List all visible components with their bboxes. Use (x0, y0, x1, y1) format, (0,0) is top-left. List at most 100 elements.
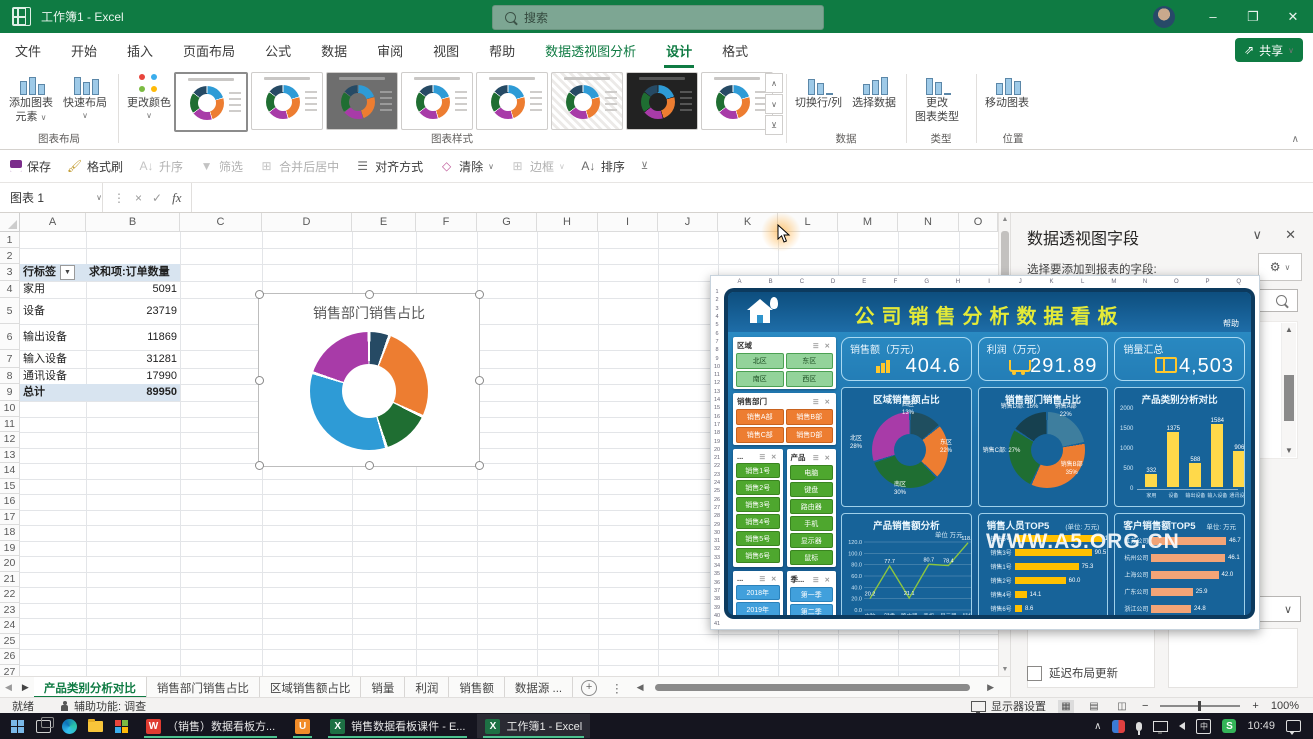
row-header-17[interactable]: 17 (0, 510, 20, 526)
select-data-button[interactable]: 选择数据 (847, 68, 901, 114)
column-header-C[interactable]: C (180, 213, 262, 232)
row-header-18[interactable]: 18 (0, 525, 20, 541)
sogou-icon[interactable]: S (1222, 719, 1236, 733)
taskbar-app-销售数据看板课件 - E...[interactable]: X销售数据看板课件 - E... (322, 714, 473, 738)
保存-button[interactable]: 保存 (10, 158, 51, 175)
scrollbar-thumb[interactable] (1284, 375, 1294, 421)
row-header-23[interactable]: 23 (0, 603, 20, 619)
column-header-B[interactable]: B (86, 213, 180, 232)
pivot-total-value[interactable]: 89950 (86, 384, 180, 401)
ribbon-tab-审阅[interactable]: 审阅 (375, 33, 405, 68)
chart-style-3[interactable] (326, 72, 398, 130)
sheet-tab-销量[interactable]: 销量 (361, 677, 405, 698)
zoom-slider-thumb[interactable] (1198, 701, 1201, 711)
values-drop-zone[interactable] (1168, 628, 1298, 688)
taskbar-app-（销售）数据看板方...[interactable]: W（销售）数据看板方... (138, 714, 283, 738)
avatar[interactable] (1153, 6, 1175, 28)
taskbar-app-U[interactable]: U (287, 714, 318, 738)
slicer-icons[interactable]: ☰ ✕ (813, 342, 832, 350)
sheet-more-icon[interactable]: ⋮ (611, 681, 623, 695)
slicer-button-2018年[interactable]: 2018年 (736, 585, 780, 600)
slicer-button-销售B部[interactable]: 销售B部 (786, 409, 834, 425)
ribbon-tab-开始[interactable]: 开始 (69, 33, 99, 68)
pivot-category-cell[interactable]: 家用 (20, 281, 86, 298)
pivot-category-cell[interactable]: 输入设备 (20, 350, 86, 368)
slicer-button-北区[interactable]: 北区 (736, 353, 784, 369)
sheet-tab-数据源 ...[interactable]: 数据源 ... (505, 677, 573, 698)
tray-app-icon[interactable] (1112, 720, 1125, 733)
close-button[interactable]: ✕ (1273, 0, 1313, 33)
ribbon-tab-数据透视图分析[interactable]: 数据透视图分析 (543, 33, 638, 68)
store-icon[interactable] (108, 714, 134, 738)
row-header-2[interactable]: 2 (0, 248, 20, 264)
row-header-1[interactable]: 1 (0, 232, 20, 248)
selection-handle[interactable] (255, 461, 264, 470)
defer-layout-update[interactable]: 延迟布局更新 (1027, 665, 1118, 681)
gear-button[interactable]: ⚙∨ (1258, 253, 1302, 281)
slicer-icons[interactable]: ☰ ✕ (759, 575, 778, 583)
column-header-D[interactable]: D (262, 213, 352, 232)
column-header-M[interactable]: M (838, 213, 898, 232)
对齐方式-button[interactable]: ☰对齐方式 (355, 158, 423, 175)
share-button[interactable]: ⇗ 共享 ∨ (1235, 38, 1303, 62)
ribbon-tab-视图[interactable]: 视图 (431, 33, 461, 68)
row-header-5[interactable]: 5 (0, 298, 20, 324)
filter-dropdown-icon[interactable]: ▼ (60, 265, 75, 280)
close-icon[interactable]: ✕ (1285, 227, 1296, 243)
pivot-values-header[interactable]: 求和项:订单数量 (86, 264, 180, 281)
start-button[interactable] (4, 714, 30, 738)
slicer-button-手机[interactable]: 手机 (790, 516, 834, 531)
column-header-H[interactable]: H (537, 213, 598, 232)
pivot-row-labels-header[interactable]: 行标签▼ (20, 264, 86, 281)
slicer-button-东区[interactable]: 东区 (786, 353, 834, 369)
scroll-down-icon[interactable]: ▼ (1282, 446, 1296, 455)
minimize-button[interactable]: – (1193, 0, 1233, 33)
row-header-10[interactable]: 10 (0, 401, 20, 417)
pivot-category-cell[interactable]: 通讯设备 (20, 368, 86, 384)
chart-style-1[interactable] (174, 72, 248, 132)
help-link[interactable]: 帮助 (1223, 318, 1239, 329)
slicer-button-鼠标[interactable]: 鼠标 (790, 550, 834, 565)
name-box[interactable]: 图表 1∨ (0, 183, 103, 212)
slicer-button-销售1号[interactable]: 销售1号 (736, 463, 780, 478)
notification-icon[interactable] (1286, 720, 1301, 732)
ribbon-tab-数据[interactable]: 数据 (319, 33, 349, 68)
ribbon-tab-帮助[interactable]: 帮助 (487, 33, 517, 68)
checkbox-icon[interactable] (1027, 666, 1042, 681)
display-settings[interactable]: 显示器设置 (971, 698, 1046, 714)
scroll-left-icon[interactable]: ◀ (637, 682, 644, 693)
accessibility-status[interactable]: 辅助功能: 调查 (74, 698, 146, 714)
slicer-button-第一季[interactable]: 第一季 (790, 587, 834, 602)
horizontal-scrollbar[interactable]: ◀▶ (629, 677, 1010, 698)
slicer-icons[interactable]: ☰ ✕ (813, 454, 832, 462)
slicer-button-销售6号[interactable]: 销售6号 (736, 548, 780, 563)
ribbon-tab-公式[interactable]: 公式 (263, 33, 293, 68)
fx-icon[interactable]: fx (172, 190, 181, 206)
sheet-tab-利润[interactable]: 利润 (405, 677, 449, 698)
add-sheet-button[interactable]: + (581, 680, 597, 696)
change-colors-button[interactable]: 更改颜色∨ (122, 68, 176, 124)
slicer-button-键盘[interactable]: 键盘 (790, 482, 834, 497)
display-icon[interactable] (1153, 721, 1168, 732)
sheet-tab-产品类别分析对比[interactable]: 产品类别分析对比 (34, 677, 147, 698)
row-header-22[interactable]: 22 (0, 587, 20, 603)
row-header-27[interactable]: 27 (0, 665, 20, 677)
selection-handle[interactable] (475, 376, 484, 385)
gallery-scroll-icon[interactable]: ∨ (765, 94, 783, 114)
donut-chart-object[interactable]: 销售部门销售占比 (258, 293, 480, 467)
cancel-icon[interactable]: × (135, 191, 142, 205)
row-header-15[interactable]: 15 (0, 479, 20, 495)
pivot-value-cell[interactable]: 31281 (86, 350, 180, 368)
pivot-value-cell[interactable]: 11869 (86, 324, 180, 350)
ribbon-tab-设计[interactable]: 设计 (664, 33, 694, 68)
slicer-button-显示器[interactable]: 显示器 (790, 533, 834, 548)
pivot-value-cell[interactable]: 5091 (86, 281, 180, 298)
enter-icon[interactable]: ✓ (152, 191, 162, 205)
slicer-button-路由器[interactable]: 路由器 (790, 499, 834, 514)
chart-style-7[interactable] (626, 72, 698, 130)
more-icon[interactable]: ⋮ (113, 191, 125, 205)
column-header-J[interactable]: J (658, 213, 718, 232)
add-chart-element-button[interactable]: 添加图表元素 ∨ (4, 68, 58, 128)
change-chart-type-button[interactable]: 更改图表类型 (910, 68, 964, 128)
collapse-ribbon-icon[interactable]: ∧ (1292, 134, 1299, 145)
